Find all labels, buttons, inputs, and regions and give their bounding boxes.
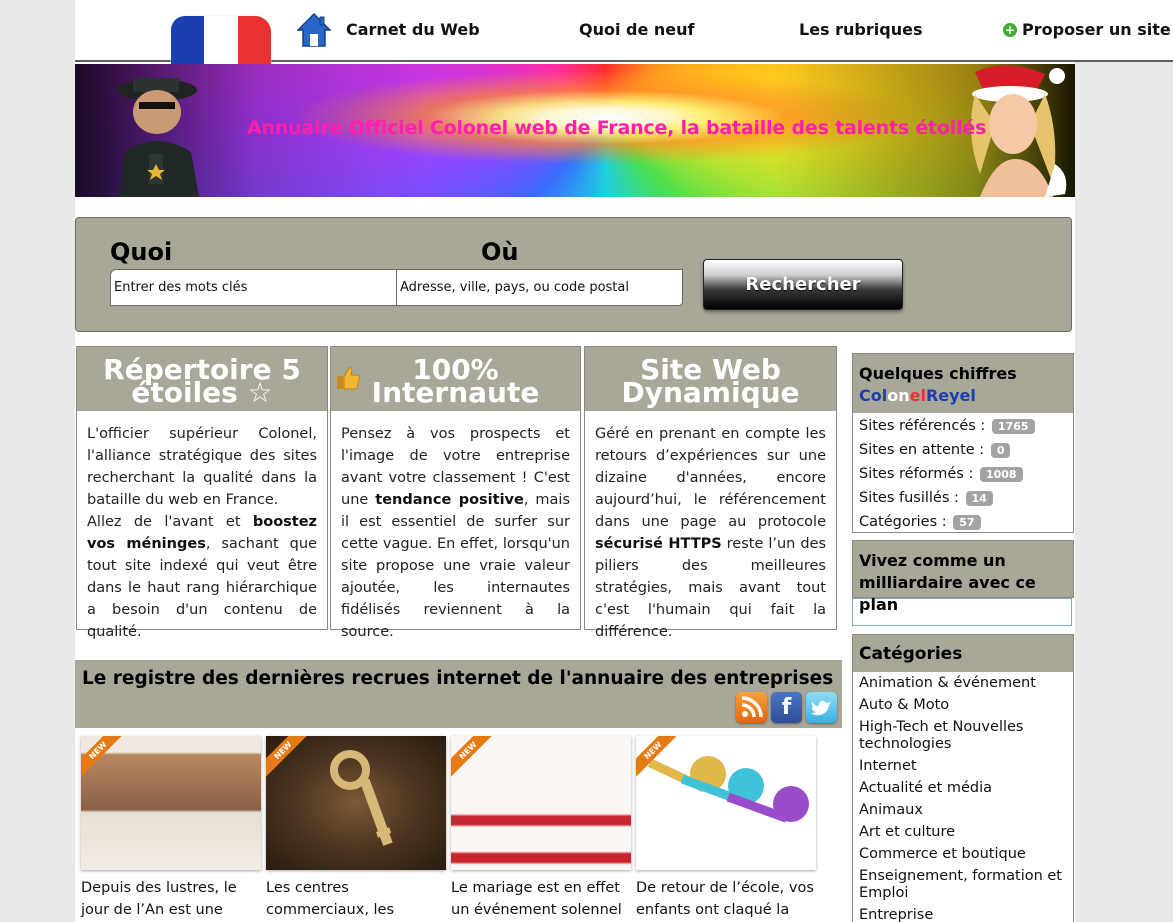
recruit-card-image[interactable]: NEW: [451, 736, 631, 870]
add-icon: +: [1003, 23, 1017, 37]
home-icon[interactable]: [297, 12, 331, 48]
recruit-card-text[interactable]: Les centres commerciaux, les: [266, 877, 446, 921]
category-link[interactable]: High-Tech et Nouvelles technologies: [853, 719, 1073, 753]
stat-row-categories: Catégories : 57: [853, 510, 1073, 534]
nav-carnet-du-web[interactable]: Carnet du Web: [346, 20, 480, 39]
stats-heading: Quelques chiffres ColonelReyel: [853, 354, 1073, 413]
search-panel: Quoi Où Rechercher: [75, 217, 1072, 332]
recruit-card[interactable]: NEW Le mariage est en effet un événement…: [451, 736, 631, 921]
location-input[interactable]: [396, 269, 683, 306]
feature-text: L'officier supérieur Colonel, l'alliance…: [87, 426, 317, 640]
page-container: Carnet du Web Quoi de neuf Les rubriques…: [75, 0, 1173, 922]
stat-row-reformed: Sites réformés : 1008: [853, 462, 1073, 486]
recruit-card-text[interactable]: De retour de l’école, vos enfants ont cl…: [636, 877, 816, 921]
category-link[interactable]: Actualité et média: [853, 780, 1073, 797]
count-badge: 14: [965, 490, 993, 506]
register-title: Le registre des dernières recrues intern…: [82, 668, 834, 689]
recruit-card[interactable]: NEW Depuis des lustres, le jour de l’An …: [81, 736, 261, 921]
category-link[interactable]: Internet: [853, 758, 1073, 775]
nav-proposer-un-site[interactable]: Proposer un site: [1022, 20, 1171, 39]
recruit-card-text[interactable]: Depuis des lustres, le jour de l’An est …: [81, 877, 261, 921]
count-badge: 0: [990, 442, 1011, 458]
categories-heading: Catégories: [853, 635, 1073, 672]
stat-row-shot: Sites fusillés : 14: [853, 486, 1073, 510]
hero-banner: Annuaire Officiel Colonel web de France,…: [75, 64, 1075, 197]
categories-box: Catégories Animation & événement Auto & …: [852, 634, 1074, 922]
banner-title: Annuaire Officiel Colonel web de France,…: [247, 117, 987, 139]
recruit-card-image[interactable]: NEW: [266, 736, 446, 870]
twitter-icon[interactable]: [806, 692, 837, 723]
stat-row-pending: Sites en attente : 0: [853, 438, 1073, 462]
nav-les-rubriques[interactable]: Les rubriques: [799, 20, 922, 39]
category-link[interactable]: Entreprise: [853, 907, 1073, 922]
feature-text: Géré en prenant en compte les retours d’…: [595, 426, 827, 640]
count-badge: 57: [953, 514, 981, 530]
recruit-card-image[interactable]: NEW: [636, 736, 816, 870]
feature-title: Site Web Dynamique: [585, 347, 836, 411]
count-badge: 1008: [979, 466, 1023, 482]
recruit-card-text[interactable]: Le mariage est en effet un événement sol…: [451, 877, 631, 921]
nav-quoi-de-neuf[interactable]: Quoi de neuf: [579, 20, 695, 39]
category-link[interactable]: Auto & Moto: [853, 697, 1073, 714]
officer-character-image: [117, 78, 199, 197]
category-link[interactable]: Animation & événement: [853, 675, 1073, 692]
feature-box-repertoire: Répertoire 5 étoiles ☆ L'officier supéri…: [76, 346, 328, 640]
category-link[interactable]: Animaux: [853, 802, 1073, 819]
recruit-card[interactable]: NEW Les centres commerciaux, les: [266, 736, 446, 921]
keywords-input[interactable]: [110, 269, 398, 306]
categories-list: Animation & événement Auto & Moto High-T…: [853, 672, 1073, 922]
facebook-icon[interactable]: f: [771, 692, 802, 723]
what-label: Quoi: [110, 238, 173, 266]
page-gutter: [1075, 0, 1173, 922]
register-section-header: Le registre des dernières recrues intern…: [75, 660, 842, 728]
new-ribbon: NEW: [81, 736, 130, 782]
plan-heading: Vivez comme un milliardaire avec ce plan: [852, 540, 1074, 614]
search-button[interactable]: Rechercher: [703, 259, 903, 310]
feature-title: 100% Internaute: [331, 347, 580, 411]
feature-title: Répertoire 5 étoiles ☆: [77, 347, 327, 411]
feature-box-dynamique: Site Web Dynamique Géré en prenant en co…: [584, 346, 837, 640]
count-badge: 1765: [991, 418, 1035, 434]
rss-icon[interactable]: [736, 692, 767, 723]
new-ribbon: NEW: [451, 736, 500, 782]
feature-text: Pensez à vos prospects et l'image de vot…: [341, 426, 570, 640]
thumbs-up-icon: [337, 367, 360, 390]
recruit-card-image[interactable]: NEW: [81, 736, 261, 870]
feature-box-internaute: 100% Internaute Pensez à vos prospects e…: [330, 346, 581, 640]
category-link[interactable]: Enseignement, formation et Emploi: [853, 868, 1073, 902]
header: Carnet du Web Quoi de neuf Les rubriques…: [75, 0, 1173, 78]
stats-box: Quelques chiffres ColonelReyel Sites réf…: [852, 353, 1074, 533]
plan-box: Vivez comme un milliardaire avec ce plan: [852, 540, 1074, 628]
where-label: Où: [481, 238, 519, 266]
category-link[interactable]: Commerce et boutique: [853, 846, 1073, 863]
stat-row-referenced: Sites référencés : 1765: [853, 414, 1073, 438]
category-link[interactable]: Art et culture: [853, 824, 1073, 841]
brand-name: ColonelReyel: [859, 386, 976, 405]
recruit-card[interactable]: NEW De retour de l’école, vos enfants on…: [636, 736, 816, 921]
